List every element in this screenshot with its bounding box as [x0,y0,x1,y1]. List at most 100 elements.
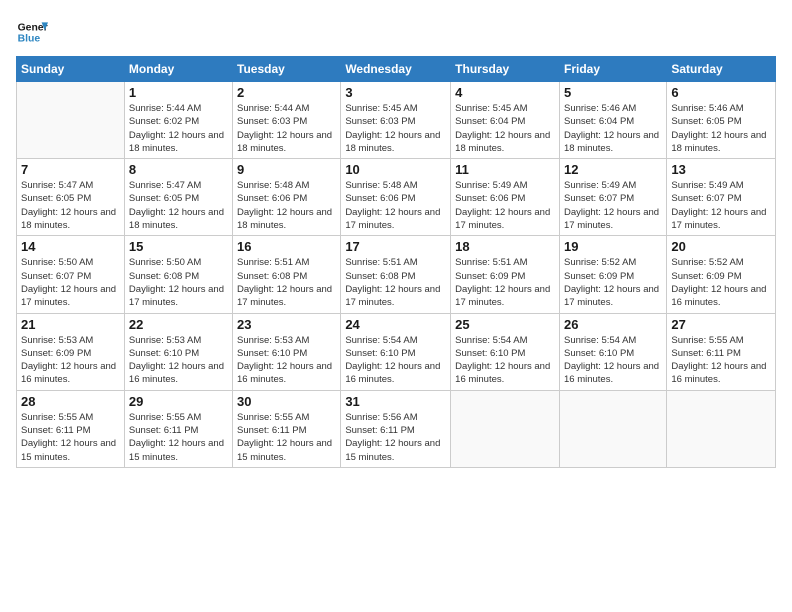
day-number: 21 [21,317,120,332]
day-info: Sunrise: 5:44 AMSunset: 6:03 PMDaylight:… [237,102,336,155]
calendar-cell: 17Sunrise: 5:51 AMSunset: 6:08 PMDayligh… [341,236,451,313]
calendar-cell: 25 Sunrise: 5:54 AMSunset: 6:10 PMDayligh… [451,313,560,390]
day-info: Sunrise: 5:47 AMSunset: 6:05 PMDaylight:… [21,179,120,232]
week-row-3: 21 Sunrise: 5:53 AMSunset: 6:09 PMDayligh… [17,313,776,390]
day-header-monday: Monday [124,57,232,82]
day-info: Sunrise: 5:56 AMSunset: 6:11 PMDaylight:… [345,411,446,464]
day-info: Sunrise: 5:48 AMSunset: 6:06 PMDaylight:… [237,179,336,232]
day-number: 18 [455,239,555,254]
calendar-cell: 29 Sunrise: 5:55 AMSunset: 6:11 PMDayligh… [124,390,232,467]
day-info: Sunrise: 5:46 AMSunset: 6:04 PMDaylight:… [564,102,662,155]
calendar-cell: 10 Sunrise: 5:48 AMSunset: 6:06 PMDayligh… [341,159,451,236]
day-number: 30 [237,394,336,409]
day-number: 19 [564,239,662,254]
day-info: Sunrise: 5:53 AMSunset: 6:10 PMDaylight:… [237,334,336,387]
calendar-cell: 18 Sunrise: 5:51 AMSunset: 6:09 PMDayligh… [451,236,560,313]
week-row-0: 1Sunrise: 5:44 AMSunset: 6:02 PMDaylight… [17,82,776,159]
calendar-cell: 3 Sunrise: 5:45 AMSunset: 6:03 PMDaylight… [341,82,451,159]
day-number: 11 [455,162,555,177]
day-number: 31 [345,394,446,409]
calendar-table: SundayMondayTuesdayWednesdayThursdayFrid… [16,56,776,468]
calendar-cell: 19Sunrise: 5:52 AMSunset: 6:09 PMDayligh… [559,236,666,313]
day-info: Sunrise: 5:45 AMSunset: 6:04 PMDaylight:… [455,102,555,155]
week-row-1: 7 Sunrise: 5:47 AMSunset: 6:05 PMDaylight… [17,159,776,236]
calendar-cell [667,390,776,467]
calendar-cell: 27Sunrise: 5:55 AMSunset: 6:11 PMDayligh… [667,313,776,390]
calendar-cell: 13 Sunrise: 5:49 AMSunset: 6:07 PMDayligh… [667,159,776,236]
day-number: 13 [671,162,771,177]
day-number: 29 [129,394,228,409]
day-info: Sunrise: 5:49 AMSunset: 6:07 PMDaylight:… [564,179,662,232]
day-info: Sunrise: 5:45 AMSunset: 6:03 PMDaylight:… [345,102,446,155]
day-info: Sunrise: 5:55 AMSunset: 6:11 PMDaylight:… [21,411,120,464]
day-info: Sunrise: 5:53 AMSunset: 6:10 PMDaylight:… [129,334,228,387]
calendar-cell: 11 Sunrise: 5:49 AMSunset: 6:06 PMDayligh… [451,159,560,236]
day-number: 4 [455,85,555,100]
svg-text:Blue: Blue [18,34,41,45]
logo: General Blue [16,16,48,48]
day-number: 26 [564,317,662,332]
calendar-cell: 15 Sunrise: 5:50 AMSunset: 6:08 PMDayligh… [124,236,232,313]
day-number: 20 [671,239,771,254]
day-number: 6 [671,85,771,100]
calendar-cell: 30Sunrise: 5:55 AMSunset: 6:11 PMDayligh… [233,390,341,467]
day-info: Sunrise: 5:46 AMSunset: 6:05 PMDaylight:… [671,102,771,155]
week-row-2: 14 Sunrise: 5:50 AMSunset: 6:07 PMDayligh… [17,236,776,313]
calendar-cell: 5Sunrise: 5:46 AMSunset: 6:04 PMDaylight… [559,82,666,159]
day-number: 7 [21,162,120,177]
day-info: Sunrise: 5:48 AMSunset: 6:06 PMDaylight:… [345,179,446,232]
calendar-cell [559,390,666,467]
calendar-cell: 21 Sunrise: 5:53 AMSunset: 6:09 PMDayligh… [17,313,125,390]
day-number: 2 [237,85,336,100]
day-info: Sunrise: 5:53 AMSunset: 6:09 PMDaylight:… [21,334,120,387]
day-info: Sunrise: 5:52 AMSunset: 6:09 PMDaylight:… [671,256,771,309]
day-number: 24 [345,317,446,332]
day-header-friday: Friday [559,57,666,82]
day-number: 8 [129,162,228,177]
day-number: 15 [129,239,228,254]
day-number: 23 [237,317,336,332]
day-number: 22 [129,317,228,332]
day-info: Sunrise: 5:54 AMSunset: 6:10 PMDaylight:… [455,334,555,387]
day-info: Sunrise: 5:51 AMSunset: 6:08 PMDaylight:… [237,256,336,309]
day-info: Sunrise: 5:55 AMSunset: 6:11 PMDaylight:… [671,334,771,387]
day-header-saturday: Saturday [667,57,776,82]
calendar-cell: 8 Sunrise: 5:47 AMSunset: 6:05 PMDaylight… [124,159,232,236]
day-number: 25 [455,317,555,332]
calendar-cell [17,82,125,159]
day-info: Sunrise: 5:54 AMSunset: 6:10 PMDaylight:… [345,334,446,387]
day-info: Sunrise: 5:51 AMSunset: 6:09 PMDaylight:… [455,256,555,309]
calendar-cell: 24 Sunrise: 5:54 AMSunset: 6:10 PMDayligh… [341,313,451,390]
calendar-cell: 16Sunrise: 5:51 AMSunset: 6:08 PMDayligh… [233,236,341,313]
day-info: Sunrise: 5:50 AMSunset: 6:08 PMDaylight:… [129,256,228,309]
day-number: 28 [21,394,120,409]
day-header-wednesday: Wednesday [341,57,451,82]
day-info: Sunrise: 5:49 AMSunset: 6:07 PMDaylight:… [671,179,771,232]
week-row-4: 28 Sunrise: 5:55 AMSunset: 6:11 PMDayligh… [17,390,776,467]
calendar-cell: 23 Sunrise: 5:53 AMSunset: 6:10 PMDayligh… [233,313,341,390]
calendar-cell: 14 Sunrise: 5:50 AMSunset: 6:07 PMDayligh… [17,236,125,313]
day-info: Sunrise: 5:55 AMSunset: 6:11 PMDaylight:… [129,411,228,464]
day-number: 14 [21,239,120,254]
day-info: Sunrise: 5:50 AMSunset: 6:07 PMDaylight:… [21,256,120,309]
calendar-cell: 4 Sunrise: 5:45 AMSunset: 6:04 PMDaylight… [451,82,560,159]
calendar-cell: 9 Sunrise: 5:48 AMSunset: 6:06 PMDaylight… [233,159,341,236]
day-number: 12 [564,162,662,177]
day-number: 10 [345,162,446,177]
day-number: 17 [345,239,446,254]
day-info: Sunrise: 5:49 AMSunset: 6:06 PMDaylight:… [455,179,555,232]
calendar-cell: 22 Sunrise: 5:53 AMSunset: 6:10 PMDayligh… [124,313,232,390]
day-info: Sunrise: 5:54 AMSunset: 6:10 PMDaylight:… [564,334,662,387]
calendar-cell: 28 Sunrise: 5:55 AMSunset: 6:11 PMDayligh… [17,390,125,467]
calendar-cell: 6 Sunrise: 5:46 AMSunset: 6:05 PMDaylight… [667,82,776,159]
day-number: 3 [345,85,446,100]
day-header-tuesday: Tuesday [233,57,341,82]
page-header: General Blue [16,16,776,48]
calendar-cell: 12 Sunrise: 5:49 AMSunset: 6:07 PMDayligh… [559,159,666,236]
day-info: Sunrise: 5:44 AMSunset: 6:02 PMDaylight:… [129,102,228,155]
calendar-cell: 1Sunrise: 5:44 AMSunset: 6:02 PMDaylight… [124,82,232,159]
calendar-cell [451,390,560,467]
day-number: 9 [237,162,336,177]
logo-icon: General Blue [16,16,48,48]
day-info: Sunrise: 5:47 AMSunset: 6:05 PMDaylight:… [129,179,228,232]
